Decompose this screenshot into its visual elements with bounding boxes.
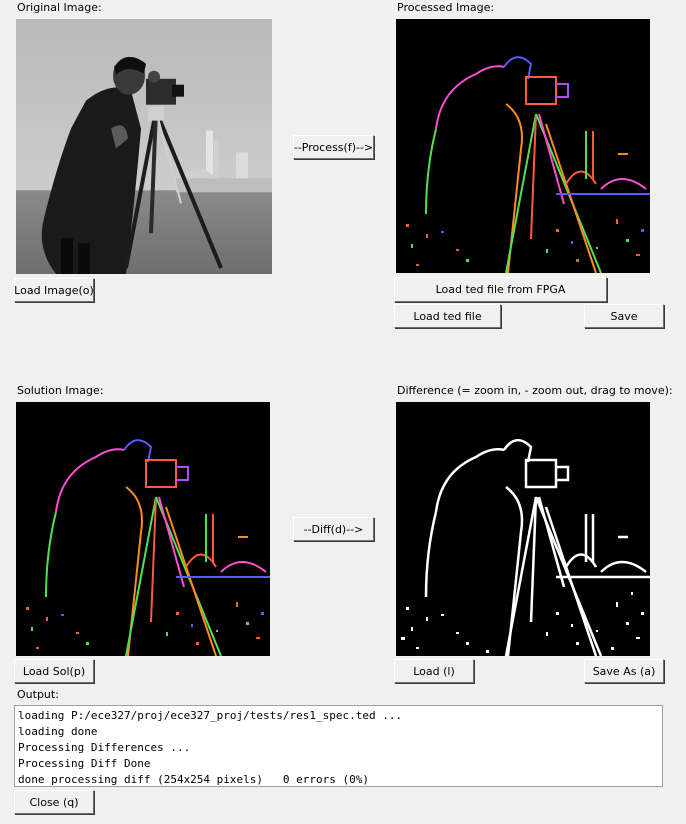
load-image-button[interactable]: Load Image(o)	[14, 278, 94, 302]
process-button[interactable]: --Process(f)-->	[293, 135, 374, 159]
save-as-button[interactable]: Save As (a)	[584, 659, 664, 683]
output-line: Processing Differences ...	[18, 741, 191, 754]
output-label: Output:	[17, 688, 59, 701]
output-line: Processing Diff Done	[18, 757, 151, 770]
processed-image[interactable]	[396, 19, 650, 273]
output-line: loading P:/ece327/proj/ece327_proj/tests…	[18, 709, 403, 722]
diff-button[interactable]: --Diff(d)-->	[293, 517, 374, 541]
output-line: loading done	[18, 725, 98, 738]
original-image	[16, 19, 272, 274]
cameraman-grayscale-image	[16, 19, 272, 274]
cameraman-edge-difference-image	[396, 402, 650, 656]
close-button[interactable]: Close (q)	[14, 790, 94, 814]
original-image-label: Original Image:	[17, 1, 102, 14]
output-line: done processing diff (254x254 pixels) 0 …	[18, 773, 369, 786]
load-ted-button[interactable]: Load ted file	[394, 304, 501, 328]
output-textbox[interactable]: loading P:/ece327/proj/ece327_proj/tests…	[14, 705, 663, 787]
load-button[interactable]: Load (l)	[394, 659, 474, 683]
difference-image[interactable]	[396, 402, 650, 656]
save-button[interactable]: Save	[584, 304, 664, 328]
solution-image-label: Solution Image:	[17, 384, 104, 397]
solution-image[interactable]	[16, 402, 270, 656]
cameraman-edge-solution-image	[16, 402, 270, 656]
processed-image-label: Processed Image:	[397, 1, 495, 14]
difference-image-label: Difference (= zoom in, - zoom out, drag …	[397, 384, 673, 397]
cameraman-edge-color-image	[396, 19, 650, 273]
load-sol-button[interactable]: Load Sol(p)	[14, 659, 94, 683]
load-fpga-button[interactable]: Load ted file from FPGA	[394, 277, 607, 302]
